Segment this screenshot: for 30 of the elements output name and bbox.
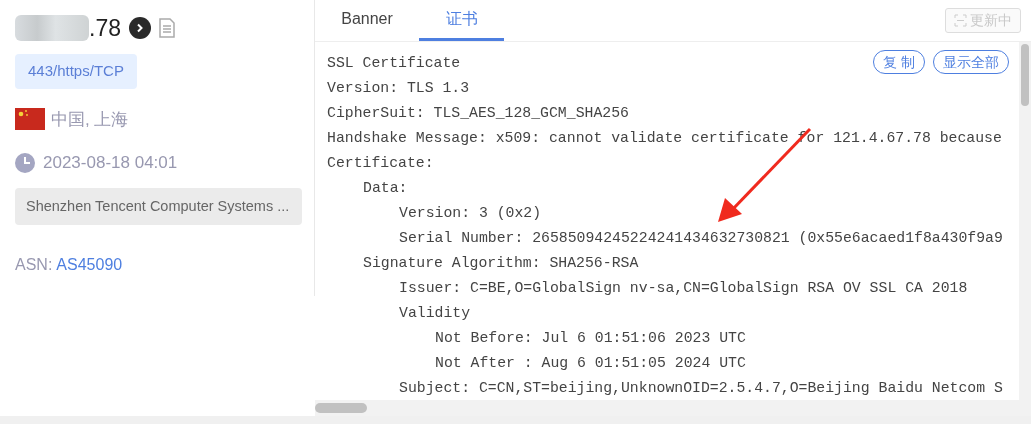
tab[interactable]: Banner <box>315 0 419 41</box>
certificate-line: Signature Algorithm: SHA256-RSA <box>362 254 639 273</box>
certificate-line: Serial Number: 26585094245224241434632730821 (0x55e6acaed1f8a430f9a9 <box>398 229 1003 248</box>
ip-address: .78 <box>89 13 121 43</box>
certificate-line: Subject: C=CN,ST=beijing,UnknownOID=2.5.4.7,O=Beijing Baidu Netcom S <box>398 379 1003 398</box>
tab[interactable]: 证书 <box>419 0 504 41</box>
certificate-line: Data: <box>362 179 408 198</box>
port-tag[interactable]: 443/https/TCP <box>15 54 137 89</box>
location-text: 中国, 上海 <box>51 108 129 131</box>
horizontal-scrollbar[interactable] <box>315 403 367 413</box>
certificate-line: Version: 3 (0x2) <box>398 204 542 223</box>
time-text: 2023-08-18 04:01 <box>43 152 178 174</box>
certificate-line: Version: TLS 1.3 <box>327 79 470 98</box>
flag-icon <box>15 108 45 131</box>
certificate-line: SSL Certificate <box>327 54 461 73</box>
certificate-line: Not After : Aug 6 01:51:05 2024 UTC <box>434 354 746 373</box>
certificate-line: CipherSuit: TLS_AES_128_GCM_SHA256 <box>327 104 629 123</box>
certificate-line: Issuer: C=BE,O=GlobalSign nv-sa,CN=GlobalSign RSA OV SSL CA 2018 <box>398 279 968 298</box>
action-button[interactable]: 显示全部 <box>933 50 1009 74</box>
certificate-line: Validity <box>398 304 471 323</box>
organization-tag[interactable]: Shenzhen Tencent Computer Systems ... <box>15 187 302 226</box>
certificate-line: Certificate: <box>327 154 434 173</box>
action-button[interactable]: 复 制 <box>873 50 925 74</box>
asn-link[interactable]: AS45090 <box>56 253 123 278</box>
scan-icon <box>954 14 967 27</box>
clock-icon <box>15 152 35 173</box>
vertical-scrollbar[interactable] <box>1021 44 1029 106</box>
document-icon[interactable] <box>159 18 175 38</box>
certificate-line: Not Before: Jul 6 01:51:06 2023 UTC <box>434 329 746 348</box>
asn-label: ASN: <box>15 255 53 276</box>
